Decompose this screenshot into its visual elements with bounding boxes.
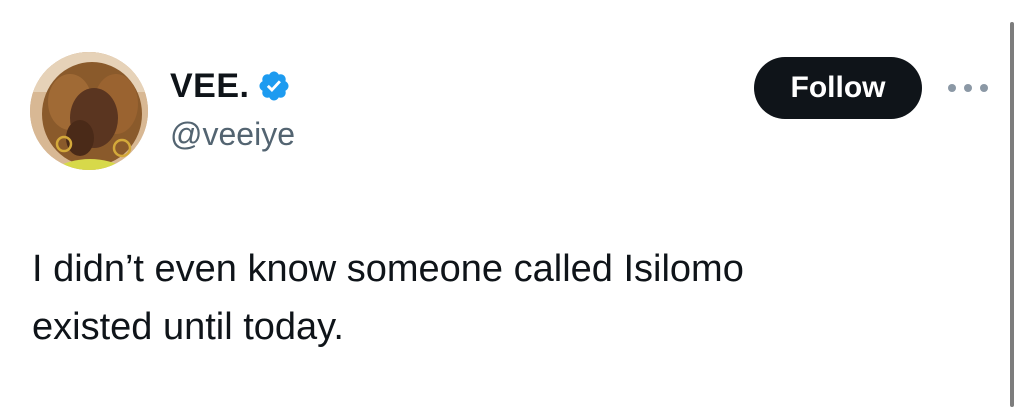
- avatar-photo: [30, 52, 148, 170]
- more-dot: [980, 84, 988, 92]
- tweet-text: I didn’t even know someone called Isilom…: [32, 240, 932, 356]
- follow-button[interactable]: Follow: [754, 57, 922, 119]
- more-dot: [964, 84, 972, 92]
- tweet-text-line: I didn’t even know someone called Isilom…: [32, 248, 744, 290]
- author-name-row: VEE.: [170, 64, 291, 108]
- tweet-text-line: existed until today.: [32, 306, 344, 348]
- scrollbar[interactable]: [1010, 22, 1014, 407]
- verified-badge-icon[interactable]: [257, 69, 291, 103]
- more-options-icon[interactable]: [948, 80, 988, 96]
- more-dot: [948, 84, 956, 92]
- author-handle[interactable]: @veeiye: [170, 112, 295, 156]
- author-display-name[interactable]: VEE.: [170, 64, 249, 108]
- avatar[interactable]: [30, 52, 148, 170]
